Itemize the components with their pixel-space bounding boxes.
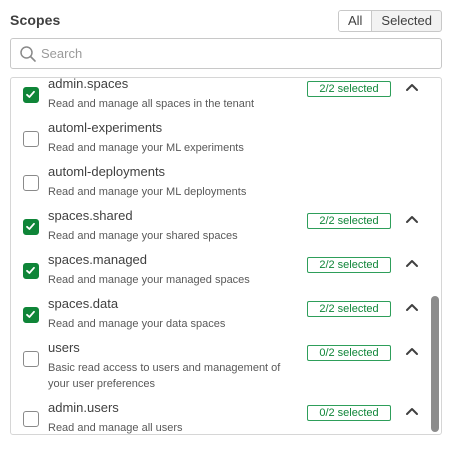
scope-name: users — [48, 340, 80, 355]
chevron-up-icon[interactable] — [405, 346, 419, 356]
scope-name: admin.users — [48, 400, 119, 415]
chevron-up-icon[interactable] — [405, 214, 419, 224]
selection-count-badge: 2/2 selected — [307, 301, 391, 317]
scope-row[interactable]: admin.users Read and manage all users 0/2 … — [11, 394, 431, 434]
search-box — [10, 38, 442, 69]
scope-row[interactable]: spaces.data Read and manage your data spa… — [11, 290, 431, 334]
scope-description: Read and manage your ML experiments — [48, 142, 244, 154]
scope-row[interactable]: spaces.managed Read and manage your manag… — [11, 246, 431, 290]
scope-name: spaces.shared — [48, 208, 133, 223]
scope-name: spaces.data — [48, 296, 119, 311]
scope-row[interactable]: automl-deployments Read and manage your M… — [11, 158, 431, 202]
chevron-up-icon[interactable] — [405, 258, 419, 268]
selection-count-badge: 2/2 selected — [307, 213, 391, 229]
scope-filter-toggle: All Selected — [337, 10, 442, 32]
filter-all-button[interactable]: All — [338, 11, 373, 31]
scope-description: Read and manage your managed spaces — [48, 274, 250, 286]
scope-checkbox[interactable] — [23, 131, 39, 147]
search-icon — [20, 46, 36, 62]
scope-checkbox[interactable] — [23, 307, 39, 323]
scope-description: Basic read access to users and managemen… — [48, 362, 281, 390]
scopes-list-rows: admin.spaces Read and manage all spaces i… — [11, 77, 431, 434]
scope-checkbox[interactable] — [23, 351, 39, 367]
scope-row[interactable]: users Basic read access to users and mana… — [11, 334, 431, 394]
filter-selected-button[interactable]: Selected — [372, 11, 441, 31]
scope-row[interactable]: spaces.shared Read and manage your shared… — [11, 202, 431, 246]
scope-description: Read and manage your ML deployments — [48, 186, 247, 198]
scope-checkbox[interactable] — [23, 87, 39, 103]
scopes-list[interactable]: admin.spaces Read and manage all spaces i… — [10, 77, 442, 435]
check-icon — [26, 266, 35, 274]
chevron-up-icon[interactable] — [405, 406, 419, 416]
scope-description: Read and manage your shared spaces — [48, 230, 238, 242]
check-icon — [26, 222, 35, 230]
search-input[interactable] — [41, 39, 431, 68]
scope-checkbox[interactable] — [23, 411, 39, 427]
scope-checkbox[interactable] — [23, 263, 39, 279]
scope-checkbox[interactable] — [23, 175, 39, 191]
scope-name: admin.spaces — [48, 77, 129, 91]
scopes-title: Scopes — [10, 12, 61, 28]
chevron-up-icon[interactable] — [405, 82, 419, 92]
scope-description: Read and manage all spaces in the tenant — [48, 98, 255, 110]
selection-count-badge: 2/2 selected — [307, 257, 391, 273]
scopes-header: Scopes All Selected — [10, 10, 442, 32]
selection-count-badge: 0/2 selected — [307, 405, 391, 421]
scope-name: spaces.managed — [48, 252, 148, 267]
check-icon — [26, 310, 35, 318]
scope-description: Read and manage your data spaces — [48, 318, 226, 330]
scope-row[interactable]: admin.spaces Read and manage all spaces i… — [11, 77, 431, 114]
scope-name: automl-experiments — [48, 120, 163, 135]
selection-count-badge: 0/2 selected — [307, 345, 391, 361]
scrollbar-thumb[interactable] — [431, 296, 439, 432]
scope-name: automl-deployments — [48, 164, 166, 179]
scope-row[interactable]: automl-experiments Read and manage your M… — [11, 114, 431, 158]
chevron-up-icon[interactable] — [405, 302, 419, 312]
selection-count-badge: 2/2 selected — [307, 81, 391, 97]
check-icon — [26, 90, 35, 98]
scope-checkbox[interactable] — [23, 219, 39, 235]
scope-description: Read and manage all users — [48, 422, 183, 434]
